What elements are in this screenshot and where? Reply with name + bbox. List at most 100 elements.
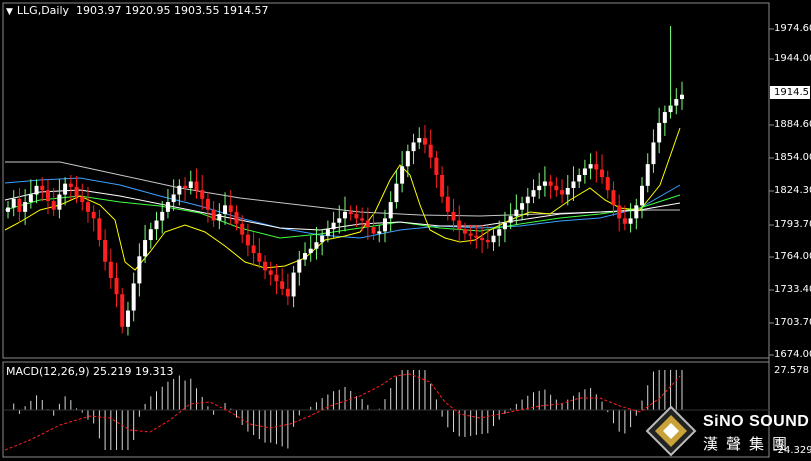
candle-body: [680, 94, 684, 100]
candle-body: [651, 142, 656, 165]
candle-body: [400, 166, 405, 184]
price-tick-10: 1674.00: [774, 349, 811, 360]
candle-body: [365, 220, 370, 228]
candle-body: [617, 205, 622, 219]
main-chart-frame: [2, 2, 770, 359]
candle-body: [74, 186, 79, 197]
candle-body: [11, 198, 16, 208]
candle-body: [177, 185, 182, 195]
candle-body: [85, 202, 90, 212]
candle-body: [80, 196, 85, 203]
ma-mid-line: [4, 194, 681, 239]
candle-body: [394, 183, 399, 203]
candle-body: [297, 259, 302, 273]
candle-body: [348, 211, 353, 215]
candle-body: [411, 142, 416, 152]
candle-body: [28, 194, 33, 203]
candle-body: [314, 242, 319, 249]
candle-body: [280, 281, 285, 289]
candle-body: [131, 283, 136, 311]
candle-body: [337, 218, 342, 223]
candle-body: [245, 234, 250, 246]
candle-body: [183, 185, 188, 188]
candle-body: [160, 211, 165, 221]
candle-body: [457, 220, 462, 230]
candle-body: [662, 112, 667, 123]
candle-body: [594, 164, 599, 170]
price-tick-8: 1733.40: [774, 284, 811, 295]
candle-body: [188, 181, 193, 188]
candle-body: [108, 261, 113, 279]
candle-body: [194, 181, 199, 191]
chart-menu-arrow-icon[interactable]: ▼: [6, 7, 13, 17]
candle-body: [217, 214, 222, 221]
candle-body: [165, 202, 170, 212]
candle-body: [371, 227, 376, 234]
candle-body: [657, 122, 662, 143]
candle-body: [23, 202, 28, 212]
chart-title: ▼ LLG,Daily 1903.97 1920.95 1903.55 1914.…: [6, 4, 269, 17]
candle-body: [640, 185, 645, 206]
candle-body: [468, 233, 473, 236]
candle-body: [548, 181, 553, 186]
candle-body: [634, 205, 639, 219]
candle-body: [674, 99, 679, 106]
candle-body: [491, 235, 496, 243]
candle-body: [148, 229, 153, 241]
candle-body: [628, 218, 633, 224]
candle-body: [434, 157, 439, 175]
candle-body: [577, 174, 582, 182]
candle-body: [125, 310, 130, 327]
candle-body: [582, 168, 587, 175]
candle-body: [645, 164, 650, 186]
sino-sound-emblem-icon: [645, 405, 697, 457]
candle-body: [68, 183, 73, 187]
candle-body: [537, 185, 542, 191]
candle-body: [257, 253, 262, 262]
candle-body: [531, 190, 536, 197]
candle-body: [34, 185, 39, 195]
candle-body: [514, 209, 519, 217]
price-tick-2: 1944.00: [774, 53, 811, 64]
price-tick-6: 1793.70: [774, 219, 811, 230]
candle-body: [211, 209, 216, 221]
candle-body: [251, 245, 256, 254]
candle-body: [171, 194, 176, 203]
candle-body: [571, 181, 576, 188]
candle-body: [91, 211, 96, 219]
candle-body: [45, 190, 50, 202]
candle-body: [451, 211, 456, 221]
symbol-label: LLG,Daily: [16, 4, 70, 17]
candle-body: [508, 216, 513, 223]
brand-logo: SiNO SOUND 漢聲集團: [645, 405, 810, 460]
candle-body: [303, 253, 308, 260]
macd-title: MACD(12,26,9) 25.219 19.313: [6, 365, 174, 378]
candle-body: [360, 218, 365, 221]
candle-body: [331, 222, 336, 230]
candle-body: [485, 240, 490, 243]
candle-body: [274, 274, 279, 282]
candle-body: [600, 169, 605, 178]
candle-body: [388, 202, 393, 219]
candle-body: [120, 294, 125, 327]
candle-body: [228, 205, 233, 212]
candle-body: [382, 218, 387, 232]
candle-body: [268, 270, 273, 275]
candle-body: [285, 288, 290, 297]
candle-body: [325, 229, 330, 236]
price-tick-7: 1764.00: [774, 251, 811, 262]
candle-body: [97, 218, 102, 241]
chart-canvas[interactable]: [0, 0, 811, 460]
candle-body: [354, 214, 359, 219]
candle-body: [308, 248, 313, 254]
candle-body: [422, 138, 427, 145]
candle-body: [200, 190, 205, 199]
candle-body: [588, 164, 593, 169]
candle-body: [622, 218, 627, 224]
candle-body: [440, 174, 445, 197]
candle-body: [263, 261, 268, 271]
candle-body: [560, 190, 565, 195]
candle-body: [520, 203, 525, 210]
brand-chinese-name: 漢聲集團: [703, 435, 796, 453]
macd-axis-top: 27.578: [774, 365, 809, 376]
